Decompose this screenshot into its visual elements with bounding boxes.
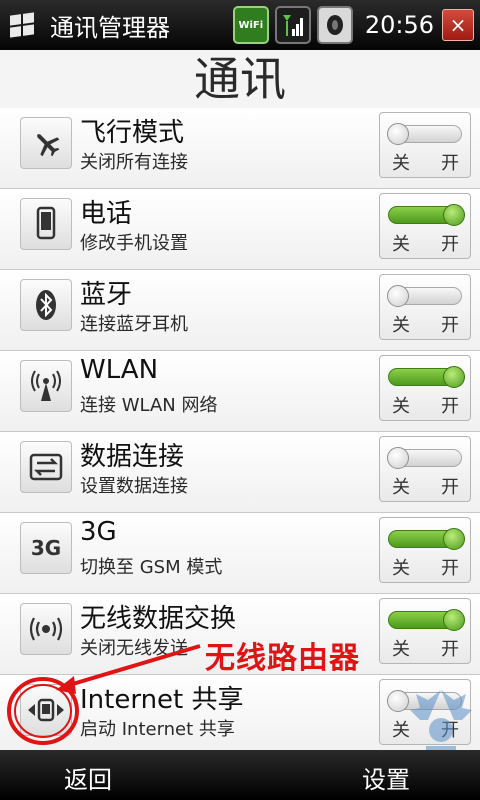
3g-toggle[interactable]: 关 开 — [379, 517, 471, 583]
toggle-track — [387, 285, 462, 307]
wlan-antenna-icon — [20, 360, 72, 412]
bluetooth-toggle[interactable]: 关 开 — [379, 274, 471, 340]
list-item-airplane-mode[interactable]: 飞行模式 关闭所有连接 关 开 — [0, 108, 480, 189]
row-title: 数据连接 — [80, 442, 185, 472]
signal-strength-icon[interactable] — [274, 6, 311, 44]
row-subtitle: 切换至 GSM 模式 — [80, 557, 223, 578]
row-title: WLAN — [80, 355, 159, 385]
row-title: 蓝牙 — [80, 280, 133, 310]
wireless-beam-toggle[interactable]: 关 开 — [379, 598, 471, 664]
clock[interactable]: 20:56 — [365, 11, 434, 39]
row-title: 无线数据交换 — [80, 604, 237, 634]
toggle-track — [388, 609, 465, 631]
wlan-toggle[interactable]: 关 开 — [379, 355, 471, 421]
settings-softkey[interactable]: 设置 — [362, 760, 410, 795]
toggle-off-label: 关 — [392, 153, 410, 174]
status-bar: 通讯管理器 WiFi 20:56 × — [0, 0, 480, 50]
row-subtitle: 修改手机设置 — [80, 233, 188, 254]
phone-toggle[interactable]: 关 开 — [379, 193, 471, 259]
toggle-knob — [387, 690, 409, 712]
row-subtitle: 关闭所有连接 — [80, 152, 188, 173]
toggle-on-label: 开 — [441, 153, 459, 174]
toggle-knob — [443, 204, 465, 226]
toggle-knob — [443, 366, 465, 388]
windows-logo-icon — [10, 12, 34, 38]
internet-sharing-icon — [20, 684, 72, 736]
list-item-bluetooth[interactable]: 蓝牙 连接蓝牙耳机 关 开 — [0, 270, 480, 351]
toggle-knob — [387, 447, 409, 469]
toggle-on-label: 开 — [441, 234, 459, 255]
wireless-beam-icon — [20, 603, 72, 655]
toggle-knob — [443, 609, 465, 631]
toggle-on-label: 开 — [441, 315, 459, 336]
toggle-off-label: 关 — [392, 396, 410, 417]
row-subtitle: 连接 WLAN 网络 — [80, 395, 218, 416]
list-item-phone[interactable]: 电话 修改手机设置 关 开 — [0, 189, 480, 270]
row-title: 电话 — [80, 199, 133, 229]
row-title: 3G — [80, 517, 117, 547]
toggle-knob — [387, 285, 409, 307]
toggle-on-label: 开 — [441, 396, 459, 417]
toggle-on-label: 开 — [441, 639, 459, 660]
list-item-data-connection[interactable]: 数据连接 设置数据连接 关 开 — [0, 432, 480, 513]
airplane-icon — [20, 117, 72, 169]
toggle-off-label: 关 — [392, 639, 410, 660]
toggle-track — [387, 447, 462, 469]
wifi-status-icon[interactable]: WiFi — [232, 6, 269, 44]
annotation-label: 无线路由器 — [205, 641, 360, 676]
row-title: Internet 共享 — [80, 685, 244, 715]
toggle-track — [388, 528, 465, 550]
page-title: 通讯 — [194, 52, 286, 106]
soft-key-bar: 返回 设置 — [0, 750, 480, 800]
3g-icon: 3G — [20, 522, 72, 574]
start-button[interactable] — [0, 0, 44, 50]
airplane-mode-toggle[interactable]: 关 开 — [379, 112, 471, 178]
row-subtitle: 连接蓝牙耳机 — [80, 314, 188, 335]
toggle-off-label: 关 — [392, 558, 410, 579]
toggle-off-label: 关 — [392, 315, 410, 336]
back-softkey[interactable]: 返回 — [64, 760, 112, 795]
phone-icon — [20, 198, 72, 250]
data-transfer-icon — [20, 441, 72, 493]
toggle-on-label: 开 — [441, 558, 459, 579]
speaker-icon[interactable] — [316, 6, 353, 44]
row-subtitle: 启动 Internet 共享 — [80, 719, 235, 740]
app-title: 通讯管理器 — [50, 13, 170, 42]
row-subtitle: 关闭无线发送 — [80, 638, 188, 659]
list-item-3g[interactable]: 3G 3G 切换至 GSM 模式 关 开 — [0, 513, 480, 594]
3g-icon-text: 3G — [30, 536, 62, 560]
close-button[interactable]: × — [442, 9, 474, 41]
toggle-track — [388, 204, 465, 226]
toggle-knob — [443, 528, 465, 550]
toggle-off-label: 关 — [392, 477, 410, 498]
toggle-knob — [387, 123, 409, 145]
row-title: 飞行模式 — [80, 118, 185, 148]
toggle-track — [387, 123, 462, 145]
toggle-off-label: 关 — [392, 234, 410, 255]
toggle-track — [388, 366, 465, 388]
data-connection-toggle[interactable]: 关 开 — [379, 436, 471, 502]
toggle-on-label: 开 — [441, 477, 459, 498]
row-subtitle: 设置数据连接 — [80, 476, 188, 497]
bluetooth-icon — [20, 279, 72, 331]
list-item-wlan[interactable]: WLAN 连接 WLAN 网络 关 开 — [0, 351, 480, 432]
